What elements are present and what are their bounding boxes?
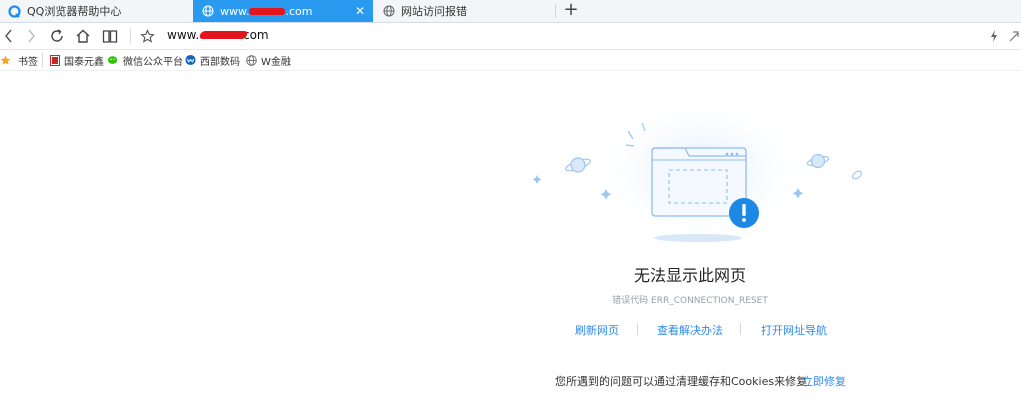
redaction-mark <box>198 31 249 39</box>
bookmarks-bar: 书签 国泰元鑫 微信公众平台 西部数码 W金融 <box>0 50 1021 71</box>
back-button[interactable] <box>0 27 18 45</box>
globe-icon <box>382 5 395 18</box>
bookmark-divider <box>42 53 43 67</box>
home-button[interactable] <box>74 27 92 45</box>
tab-divider <box>555 4 556 18</box>
bookmark-item-west-digital[interactable]: 西部数码 <box>185 53 240 68</box>
favorite-button[interactable] <box>138 27 156 45</box>
book-icon <box>102 30 118 43</box>
navigation-bar: www. .com <box>0 23 1021 50</box>
url-prefix: www. <box>167 28 200 42</box>
home-icon <box>76 29 90 43</box>
bookmark-label: 西部数码 <box>200 56 240 68</box>
error-illustration <box>532 93 862 249</box>
view-solution-link[interactable]: 查看解决办法 <box>657 322 723 338</box>
arrow-corner-icon <box>1009 31 1019 42</box>
tab-bar: QQ浏览器帮助中心 www. .com ✕ 网站访问报错 + <box>0 0 1021 23</box>
action-divider <box>740 323 741 335</box>
chevron-right-icon <box>28 29 35 43</box>
forward-button[interactable] <box>22 27 40 45</box>
west-digital-icon <box>185 54 196 66</box>
globe-icon <box>201 5 214 18</box>
tab-help-center[interactable]: QQ浏览器帮助中心 <box>0 0 190 22</box>
bookmark-red-icon <box>49 54 60 66</box>
error-title: 无法显示此网页 <box>633 266 746 285</box>
fix-now-link[interactable]: 立即修复 <box>802 373 846 389</box>
chevron-left-icon <box>5 29 12 43</box>
bookmark-item-guotai[interactable]: 国泰元鑫 <box>49 53 104 68</box>
cache-hint-text: 您所遇到的问题可以通过清理缓存和Cookies来修复 <box>555 375 808 388</box>
refresh-page-link[interactable]: 刷新网页 <box>575 322 619 338</box>
tab-title: www. .com <box>220 4 313 18</box>
star-outline-icon <box>139 28 155 43</box>
tab-current-site[interactable]: www. .com ✕ <box>193 0 373 22</box>
bookmark-label: 书签 <box>18 56 38 68</box>
close-icon[interactable]: ✕ <box>355 4 365 18</box>
bookmark-item-wechat[interactable]: 微信公众平台 <box>108 53 183 68</box>
extension-button[interactable] <box>1005 27 1021 45</box>
reader-button[interactable] <box>101 27 119 45</box>
globe-icon <box>246 54 257 66</box>
bookmark-label: 微信公众平台 <box>123 56 183 68</box>
bookmark-label: 国泰元鑫 <box>64 56 104 68</box>
lightning-icon <box>991 30 997 42</box>
open-navigation-link[interactable]: 打开网址导航 <box>761 322 827 338</box>
error-page: 无法显示此网页 错误代码 ERR_CONNECTION_RESET 刷新网页 查… <box>0 71 1021 400</box>
bookmark-label: W金融 <box>261 56 291 68</box>
lightning-button[interactable] <box>985 27 1003 45</box>
toolbar-divider <box>130 29 131 43</box>
qq-browser-icon <box>8 4 21 18</box>
tab-title: QQ浏览器帮助中心 <box>27 5 122 18</box>
tab-site-error[interactable]: 网站访问报错 <box>374 0 554 22</box>
new-tab-button[interactable]: + <box>562 0 580 22</box>
star-icon <box>0 55 11 66</box>
action-divider <box>637 323 638 335</box>
error-code: 错误代码 ERR_CONNECTION_RESET <box>612 296 768 306</box>
bookmark-item-w-finance[interactable]: W金融 <box>246 53 291 68</box>
tab-title: 网站访问报错 <box>401 5 467 18</box>
wechat-icon <box>108 55 119 66</box>
bookmark-item-bookmarks[interactable]: 书签 <box>0 53 38 68</box>
refresh-button[interactable] <box>48 27 66 45</box>
refresh-icon <box>51 29 63 42</box>
